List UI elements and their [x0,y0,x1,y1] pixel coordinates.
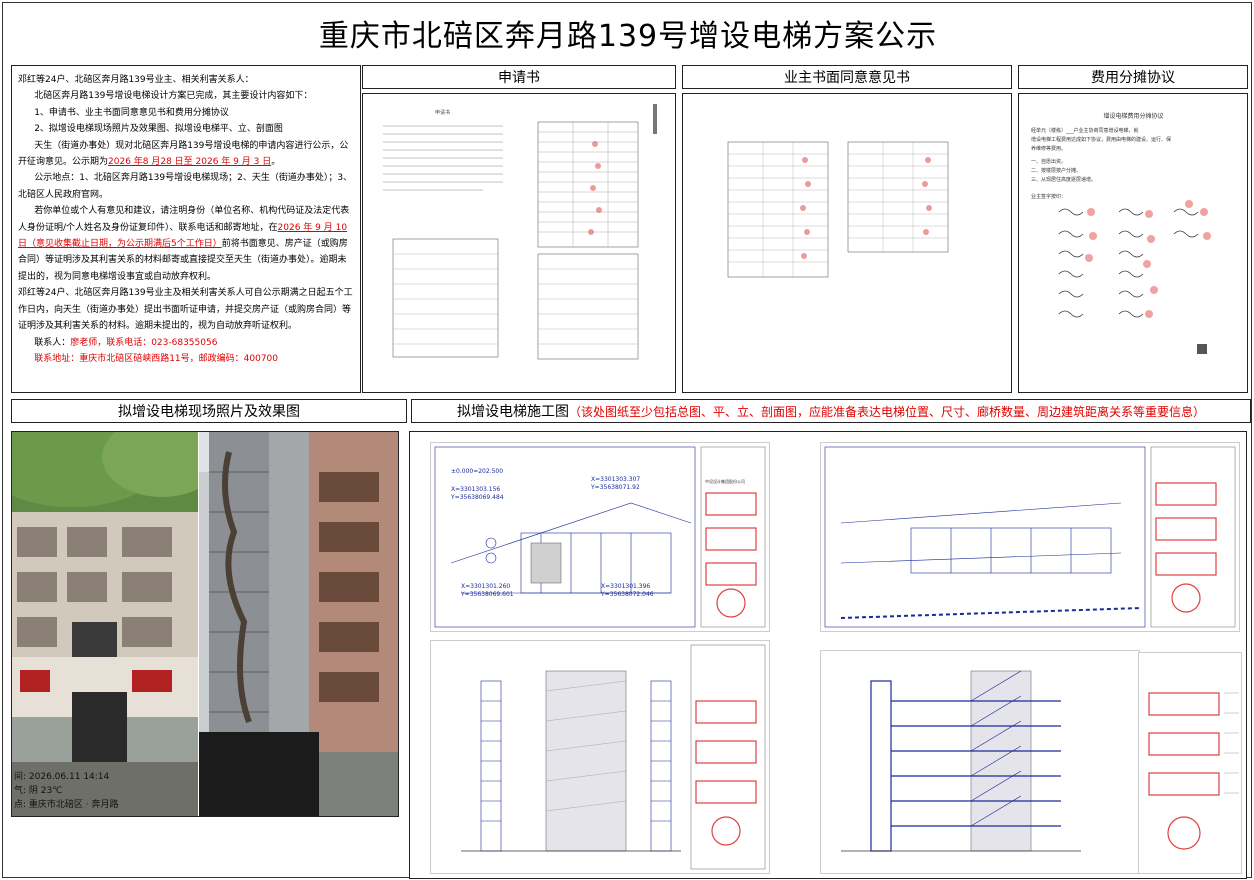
photos-area: 间: 2026.06.11 14:14 气: 阴 23℃ 点: 重庆市北碚区 ·… [11,431,399,817]
notice-para-4: 邓红等24户、北碚区奔月路139号业主及相关利害关系人可自公示期满之日起五个工作… [18,288,353,332]
header-application: 申请书 [362,65,676,89]
notice-contact: 联系人：廖老师，联系电话：023-68355056 [18,335,354,351]
notice-text-box: 邓红等24户、北碚区奔月路139号业主、相关利害关系人： 北碚区奔月路139号增… [11,65,361,393]
elevation-drawing-2 [820,650,1140,874]
site-plan-2-drawing [824,446,1236,628]
coord-2-y: Y=35638071.92 [590,484,640,491]
elevation-2-stamps [1148,692,1239,850]
elevation-label: ±0.000=202.500 [451,468,503,475]
application-scan: 申请书 [383,104,657,360]
notice-addressee: 邓红等24户、北碚区奔月路139号业主、相关利害关系人： [18,75,254,85]
drawings-area: ±0.000=202.500 X=3301303.156 Y=35638069.… [409,431,1247,879]
coord-3-y: Y=35638069.601 [460,591,514,598]
notice-para-3: 若你单位或个人有意见和建议，请注明身份（单位名称、机构代码证及法定代表人身份证明… [18,203,354,285]
photo-weather-label: 气: [14,786,27,796]
title-block-company: 中设设计集团股份公司 [705,478,745,484]
drawings-note: （该处图纸至少包括总图、平、立、剖面图，应能准备表达电梯位置、尺寸、廊桥数量、周… [568,405,1205,419]
photo-watermark: 间: 2026.06.11 14:14 气: 阴 23℃ 点: 重庆市北碚区 ·… [14,770,119,812]
notice-para-1: 天生（街道办事处）现对北碚区奔月路139号增设电梯的申请内容进行公示，公开征询意… [18,138,354,171]
photo-place: 重庆市北碚区 · 奔月路 [28,800,119,810]
header-drawings: 拟增设电梯施工图（该处图纸至少包括总图、平、立、剖面图，应能准备表达电梯位置、尺… [411,399,1251,423]
coord-1-x: X=3301303.156 [451,486,500,493]
coord-2-x: X=3301303.307 [591,476,640,483]
notice-contact-label: 联系人： [34,337,71,348]
cost-signatures [1058,200,1211,354]
elevation-drawing-1 [430,640,770,874]
application-heading: 申请书 [435,109,450,116]
notice-period-date: 2026 年8 月28 日至 2026 年 9 月 3 日 [108,157,272,168]
site-plan-1-drawing: ±0.000=202.500 X=3301303.156 Y=35638069.… [434,446,766,628]
notice-item-1: 1、申请书、业主书面同意意见书和费用分摊协议 [34,107,229,118]
photo-weather-row: 气: 阴 23℃ [14,784,119,798]
coord-1-y: Y=35638069.484 [450,494,504,501]
notice-page: 重庆市北碚区奔月路139号增设电梯方案公示 邓红等24户、北碚区奔月路139号业… [2,2,1252,879]
page-title: 重庆市北碚区奔月路139号增设电梯方案公示 [318,19,938,54]
elevator-rendering-image [199,432,398,816]
notice-para-2: 公示地点：1、北碚区奔月路139号增设电梯现场；2、天生（街道办事处）；3、北碚… [18,173,353,200]
photo-place-label: 点: [14,800,27,810]
photo-weather: 阴 23℃ [28,786,63,796]
notice-para-1-end: 。 [271,157,281,168]
elevation-2-title-block [1138,652,1242,874]
header-photos: 拟增设电梯现场照片及效果图 [11,399,407,423]
photo-time-row: 间: 2026.06.11 14:14 [14,770,119,784]
site-photo-image [12,432,198,816]
photo-time: 2026.06.11 14:14 [28,772,110,782]
drawings-title: 拟增设电梯施工图 [456,404,569,420]
elevation-1-drawing [461,644,766,870]
elevator-rendering [199,432,398,816]
notice-item-2: 2、拟增设电梯现场照片及效果图、拟增设电梯平、立、剖面图 [34,124,283,135]
application-document: 申请书 [362,93,676,393]
cost-agreement-document: 增设电梯费用分摊协议 经单元（楼栋）___户业主协商同意增设电梯，就 增设电梯工… [1018,93,1248,393]
elevation-2-drawing [841,670,1081,852]
coord-3-x: X=3301301.260 [461,583,510,590]
header-consent: 业主书面同意意见书 [682,65,1012,89]
photo-place-row: 点: 重庆市北碚区 · 奔月路 [14,798,119,812]
site-plan-2 [820,442,1240,632]
consent-document [682,93,1012,393]
consent-scan [727,141,949,278]
notice-intro: 北碚区奔月路139号增设电梯设计方案已完成，其主要设计内容如下： [34,91,313,102]
coord-4-y: Y=35638072.046 [600,591,654,598]
site-photo: 间: 2026.06.11 14:14 气: 阴 23℃ 点: 重庆市北碚区 ·… [12,432,198,816]
notice-address: 联系地址：重庆市北碚区碚峡西路11号，邮政编码：400700 [34,353,278,364]
site-plan-1: ±0.000=202.500 X=3301303.156 Y=35638069.… [430,442,770,632]
photo-time-label: 间: [14,772,27,782]
header-cost: 费用分摊协议 [1018,65,1248,89]
notice-contact-value: 廖老师，联系电话：023-68355056 [70,337,218,348]
coord-4-x: X=3301301.396 [601,583,650,590]
